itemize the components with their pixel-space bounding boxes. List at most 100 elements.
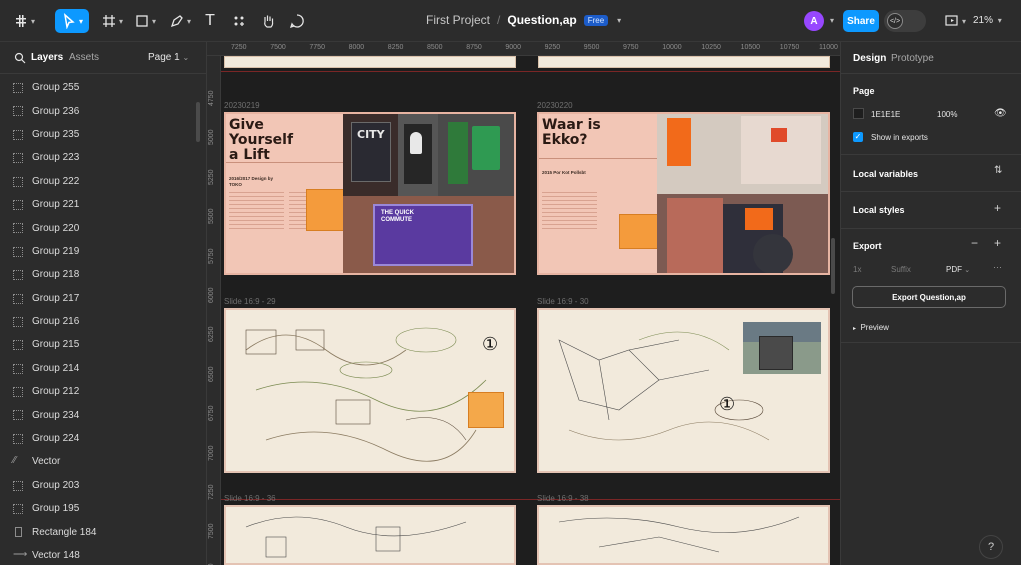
slide-sketch-36[interactable] bbox=[224, 505, 516, 565]
remove-export-icon[interactable]: − bbox=[971, 236, 978, 250]
ruler-tick-label: 7000 bbox=[208, 445, 215, 461]
file-title[interactable]: First Project / Question,ap Free ▾ bbox=[426, 13, 621, 27]
photo-city-sign: CITY bbox=[343, 114, 398, 196]
layer-item[interactable]: Group 223 bbox=[0, 146, 192, 169]
layer-item[interactable]: Group 214 bbox=[0, 357, 192, 380]
group-icon bbox=[13, 433, 23, 444]
preview-label: Preview bbox=[860, 323, 889, 332]
layer-item[interactable]: Group 219 bbox=[0, 240, 192, 263]
shape-tool-button[interactable]: ▾ bbox=[131, 9, 159, 33]
frame-label[interactable]: Slide 16:9 - 38 bbox=[537, 494, 589, 503]
tab-assets[interactable]: Assets bbox=[69, 52, 99, 63]
share-button[interactable]: Share bbox=[843, 10, 879, 32]
local-variables-title: Local variables bbox=[853, 169, 919, 179]
add-export-icon[interactable]: + bbox=[994, 236, 1001, 250]
frame-tool-button[interactable]: ▾ bbox=[98, 9, 126, 33]
frame-label[interactable]: Slide 16:9 - 30 bbox=[537, 297, 589, 306]
layer-item[interactable]: Group 255 bbox=[0, 76, 192, 99]
layer-item[interactable]: Group 195 bbox=[0, 497, 192, 520]
tab-design[interactable]: Design bbox=[853, 53, 886, 64]
help-button[interactable]: ? bbox=[979, 535, 1003, 559]
export-suffix-input[interactable]: Suffix bbox=[891, 265, 911, 274]
slide-sketch-29[interactable]: ① bbox=[224, 308, 516, 473]
ruler-tick-label: 7500 bbox=[208, 523, 215, 540]
slide-title: Waar is Ekko? bbox=[542, 117, 601, 148]
chevron-down-icon[interactable]: ▾ bbox=[617, 16, 621, 25]
tab-layers[interactable]: Layers bbox=[31, 52, 63, 63]
ruler-tick-label: 8500 bbox=[427, 44, 443, 51]
slide-waar-is-ekko[interactable]: Waar is Ekko? 2015 Por Kot Pollsbt bbox=[537, 112, 830, 275]
layer-item[interactable]: Group 212 bbox=[0, 380, 192, 403]
show-in-exports-checkbox[interactable]: ✓ bbox=[853, 132, 863, 142]
export-format-select[interactable]: PDF ⌄ bbox=[946, 265, 970, 274]
frame-label[interactable]: 20230220 bbox=[537, 101, 573, 110]
layer-item[interactable]: Group 216 bbox=[0, 310, 192, 333]
background-hex[interactable]: 1E1E1E bbox=[871, 110, 900, 119]
file-name[interactable]: Question,ap bbox=[507, 13, 576, 27]
plan-badge: Free bbox=[583, 14, 609, 26]
ruler-tick-label: 5750 bbox=[208, 248, 215, 264]
layer-item[interactable]: Group 217 bbox=[0, 287, 192, 310]
layers-panel-header: Layers Assets Page 1 ⌄ bbox=[0, 42, 206, 74]
ruler-tick-label: 9000 bbox=[505, 44, 521, 51]
layers-scrollbar[interactable] bbox=[196, 102, 200, 142]
eye-icon[interactable]: 👁 bbox=[994, 108, 1007, 119]
layer-item[interactable]: Group 235 bbox=[0, 123, 192, 146]
layer-item-label: Group 216 bbox=[32, 316, 80, 328]
layer-item[interactable]: Group 234 bbox=[0, 403, 192, 426]
resources-button[interactable] bbox=[229, 9, 249, 33]
layer-item[interactable]: Group 220 bbox=[0, 216, 192, 239]
background-opacity[interactable]: 100% bbox=[937, 110, 957, 119]
canvas-scrollbar[interactable] bbox=[831, 238, 835, 294]
pen-tool-button[interactable]: ▾ bbox=[166, 9, 194, 33]
zoom-level[interactable]: 21% ▾ bbox=[973, 15, 1002, 26]
frame-label[interactable]: Slide 16:9 - 29 bbox=[224, 297, 276, 306]
comment-tool-button[interactable] bbox=[287, 9, 307, 33]
layer-item[interactable]: Group 218 bbox=[0, 263, 192, 286]
slide-sketch-30[interactable]: ① bbox=[537, 308, 830, 473]
slide-give-yourself-a-lift[interactable]: Give Yourself a Lift 2016/2017 Design by… bbox=[224, 112, 516, 275]
layer-item[interactable]: ⁄⁄ Vector bbox=[0, 450, 192, 473]
present-button[interactable]: ▾ bbox=[943, 9, 967, 33]
layer-item[interactable]: Group 222 bbox=[0, 170, 192, 193]
layer-item[interactable]: Group 203 bbox=[0, 474, 192, 497]
frame-label[interactable]: Slide 16:9 - 36 bbox=[224, 494, 276, 503]
export-button[interactable]: Export Question,ap bbox=[852, 286, 1006, 308]
project-name[interactable]: First Project bbox=[426, 13, 490, 27]
frame-label[interactable]: 20230219 bbox=[224, 101, 260, 110]
export-format-value: PDF bbox=[946, 265, 962, 274]
chevron-down-icon[interactable]: ▾ bbox=[830, 16, 834, 25]
page-selector[interactable]: Page 1 ⌄ bbox=[148, 52, 189, 63]
variables-icon[interactable]: ⇅ bbox=[994, 165, 1002, 176]
user-avatar[interactable]: A bbox=[804, 11, 824, 31]
tab-prototype[interactable]: Prototype bbox=[891, 53, 934, 64]
layer-item[interactable]: ⟶ Vector 148 bbox=[0, 544, 192, 565]
dev-mode-toggle[interactable]: </> bbox=[884, 10, 926, 32]
layer-item[interactable]: Group 224 bbox=[0, 427, 192, 450]
slide-partial[interactable] bbox=[538, 56, 830, 68]
group-icon bbox=[13, 129, 23, 140]
slide-sketch-38[interactable] bbox=[537, 505, 830, 565]
main-menu-button[interactable]: ▾ bbox=[10, 9, 38, 33]
layer-item[interactable]: Rectangle 184 bbox=[0, 520, 192, 543]
local-variables-section[interactable]: Local variables ⇅ bbox=[841, 155, 1021, 192]
preview-toggle[interactable]: ▸ Preview bbox=[853, 323, 889, 332]
chevron-down-icon: ▾ bbox=[151, 16, 156, 26]
add-style-icon[interactable]: + bbox=[994, 201, 1001, 215]
slide-partial[interactable] bbox=[224, 56, 516, 68]
layer-item[interactable]: Group 236 bbox=[0, 99, 192, 122]
hand-tool-button[interactable] bbox=[258, 9, 278, 33]
export-scale[interactable]: 1x bbox=[853, 265, 861, 274]
ruler-tick-label: 4750 bbox=[208, 90, 215, 106]
layer-item[interactable]: Group 215 bbox=[0, 333, 192, 356]
canvas[interactable]: 7250 7500 7750 8000 8250 8500 8750 9000 9250 9500… bbox=[207, 42, 840, 565]
background-color-swatch[interactable] bbox=[853, 108, 864, 119]
more-options-icon[interactable]: ··· bbox=[993, 262, 1002, 272]
local-styles-section[interactable]: Local styles + bbox=[841, 192, 1021, 229]
text-tool-button[interactable]: T bbox=[200, 9, 220, 33]
search-icon[interactable] bbox=[14, 52, 26, 64]
layer-item[interactable]: Group 221 bbox=[0, 193, 192, 216]
layer-item-label: Group 217 bbox=[32, 292, 80, 304]
move-tool-button[interactable]: ▾ bbox=[55, 9, 89, 33]
cursor-icon bbox=[63, 13, 75, 29]
